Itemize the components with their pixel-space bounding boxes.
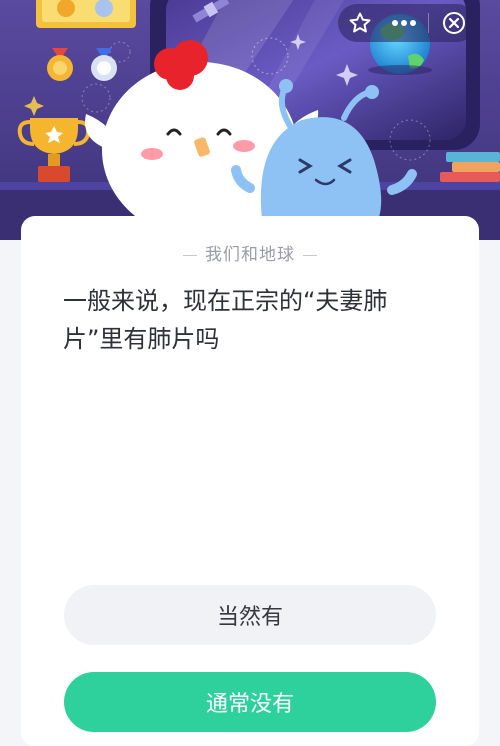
answer-option-a[interactable]: 当然有 xyxy=(64,585,436,645)
close-icon xyxy=(443,12,466,34)
answer-option-b-label: 通常没有 xyxy=(205,692,294,717)
quiz-category: 我们和地球 xyxy=(21,240,479,265)
answer-option-b[interactable]: 通常没有 xyxy=(64,672,436,732)
category-dash-left xyxy=(183,254,197,256)
answer-option-a-label: 当然有 xyxy=(216,605,283,630)
category-label: 我们和地球 xyxy=(205,245,295,265)
top-action-bar xyxy=(338,4,476,42)
close-button[interactable] xyxy=(435,6,473,40)
star-icon xyxy=(349,12,371,33)
more-button[interactable] xyxy=(385,6,423,40)
question-text: 一般来说，现在正宗的“夫妻肺片”里有肺片吗 xyxy=(63,287,388,353)
favorite-button[interactable] xyxy=(341,6,379,40)
toolbar-divider xyxy=(428,13,430,33)
more-icon xyxy=(391,20,416,26)
quiz-card: 我们和地球 一般来说，现在正宗的“夫妻肺片”里有肺片吗 当然有 通常没有 xyxy=(21,216,479,746)
category-dash-right xyxy=(303,254,317,256)
